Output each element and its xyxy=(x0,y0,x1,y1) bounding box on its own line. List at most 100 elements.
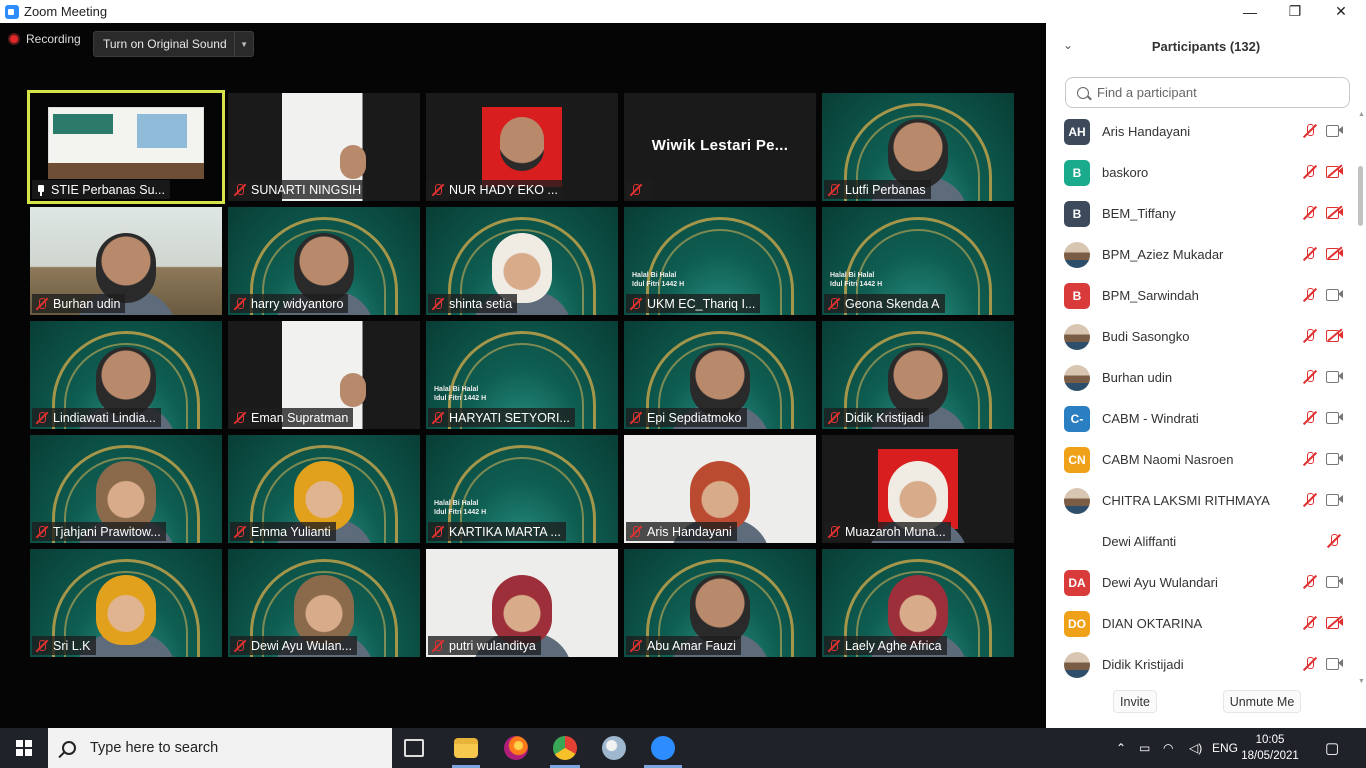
start-button[interactable] xyxy=(0,728,48,768)
task-view-icon[interactable] xyxy=(404,739,424,757)
chevron-down-icon[interactable]: ▼ xyxy=(234,32,253,56)
participant-row[interactable]: BPM_Aziez Mukadar xyxy=(1046,234,1356,275)
video-off-icon[interactable] xyxy=(1326,164,1344,178)
tray-chevron-icon[interactable]: ⌃ xyxy=(1116,728,1126,768)
muted-mic-icon[interactable] xyxy=(1326,533,1342,549)
unmute-me-button[interactable]: Unmute Me xyxy=(1223,690,1301,713)
muted-mic-icon[interactable] xyxy=(1302,205,1318,221)
participant-row[interactable]: CN CABM Naomi Nasroen xyxy=(1046,439,1356,480)
participant-video-tile[interactable]: putri wulanditya xyxy=(426,549,618,657)
participant-video-tile[interactable]: Sri L.K xyxy=(30,549,222,657)
muted-mic-icon[interactable] xyxy=(1302,369,1318,385)
participant-video-tile[interactable]: Halal Bi Halal Idul Fitri 1442 H Geona Sk… xyxy=(822,207,1014,315)
scroll-up-icon[interactable]: ▲ xyxy=(1358,111,1365,118)
muted-mic-icon xyxy=(629,411,643,425)
participant-row[interactable]: B BPM_Sarwindah xyxy=(1046,275,1356,316)
participant-video-tile[interactable]: Eman Supratman xyxy=(228,321,420,429)
zoom-taskbar-icon[interactable] xyxy=(651,736,675,760)
participant-video-tile[interactable]: Burhan udin xyxy=(30,207,222,315)
original-sound-button[interactable]: Turn on Original Sound ▼ xyxy=(93,31,254,57)
muted-mic-icon[interactable] xyxy=(1302,246,1318,262)
participant-row[interactable]: Bbaskoro xyxy=(1046,152,1356,193)
participant-row[interactable]: Budi Sasongko xyxy=(1046,316,1356,357)
maximize-button[interactable]: ❐ xyxy=(1272,0,1318,23)
muted-mic-icon[interactable] xyxy=(1302,492,1318,508)
participant-video-tile[interactable]: Halal Bi Halal Idul Fitri 1442 H UKM EC_T… xyxy=(624,207,816,315)
video-camera-icon[interactable] xyxy=(1326,411,1344,424)
video-off-icon[interactable] xyxy=(1326,328,1344,342)
participant-video-tile[interactable]: Epi Sepdiatmoko xyxy=(624,321,816,429)
participant-video-tile[interactable]: Emma Yulianti xyxy=(228,435,420,543)
participant-row[interactable]: AH Aris Handayani xyxy=(1046,111,1356,152)
muted-mic-icon[interactable] xyxy=(1302,164,1318,180)
participant-video-tile[interactable]: STIE Perbanas Su... xyxy=(27,90,225,204)
muted-mic-icon[interactable] xyxy=(1302,287,1318,303)
participant-row[interactable]: Burhan udin xyxy=(1046,357,1356,398)
participant-name: Geona Skenda A xyxy=(845,296,940,311)
participant-row[interactable]: B BEM_Tiffany xyxy=(1046,193,1356,234)
participant-search[interactable] xyxy=(1065,77,1350,108)
wifi-icon[interactable]: ◠ xyxy=(1163,728,1173,768)
video-camera-icon[interactable] xyxy=(1326,124,1344,137)
muted-mic-icon[interactable] xyxy=(1302,615,1318,631)
muted-mic-icon[interactable] xyxy=(1302,410,1318,426)
participant-list-scrollbar[interactable]: ▲ ▼ xyxy=(1356,111,1365,685)
collapse-chevron-icon[interactable]: ⌄ xyxy=(1060,37,1076,53)
muted-mic-icon[interactable] xyxy=(1302,574,1318,590)
volume-icon[interactable]: ◁) xyxy=(1189,728,1202,768)
paint-icon[interactable] xyxy=(602,736,626,760)
participant-video-tile[interactable]: Wiwik Lestari Pe... xyxy=(624,93,816,201)
participant-search-input[interactable] xyxy=(1097,85,1337,100)
participant-video-tile[interactable]: Lutfi Perbanas xyxy=(822,93,1014,201)
participant-video-tile[interactable]: Laely Aghe Africa xyxy=(822,549,1014,657)
notifications-icon[interactable]: ▢ xyxy=(1325,728,1339,768)
participant-video-tile[interactable]: Didik Kristijadi xyxy=(822,321,1014,429)
muted-mic-icon[interactable] xyxy=(1302,123,1318,139)
video-camera-icon[interactable] xyxy=(1326,452,1344,465)
participant-video-tile[interactable]: Dewi Ayu Wulan... xyxy=(228,549,420,657)
participant-row[interactable]: Didik Kristijadi xyxy=(1046,644,1356,685)
muted-mic-icon[interactable] xyxy=(1302,451,1318,467)
close-button[interactable]: ✕ xyxy=(1318,0,1364,23)
video-off-icon[interactable] xyxy=(1326,615,1344,629)
participant-video-tile[interactable]: Lindiawati Lindia... xyxy=(30,321,222,429)
participant-video-tile[interactable]: Halal Bi Halal Idul Fitri 1442 H KARTIKA … xyxy=(426,435,618,543)
minimize-button[interactable]: — xyxy=(1227,0,1273,23)
participant-video-tile[interactable]: SUNARTI NINGSIH xyxy=(228,93,420,201)
file-explorer-icon[interactable] xyxy=(454,738,478,758)
video-camera-icon[interactable] xyxy=(1326,575,1344,588)
recording-indicator[interactable]: Recording xyxy=(8,32,81,46)
participant-video-tile[interactable]: Halal Bi Halal Idul Fitri 1442 H HARYATI … xyxy=(426,321,618,429)
scroll-down-icon[interactable]: ▼ xyxy=(1358,678,1365,685)
participant-video-tile[interactable]: shinta setia xyxy=(426,207,618,315)
muted-mic-icon[interactable] xyxy=(1302,656,1318,672)
participant-video-tile[interactable]: Muazaroh Muna... xyxy=(822,435,1014,543)
video-camera-icon[interactable] xyxy=(1326,657,1344,670)
scrollbar-thumb[interactable] xyxy=(1358,166,1363,226)
participant-row[interactable]: DA Dewi Ayu Wulandari xyxy=(1046,562,1356,603)
participant-video-tile[interactable]: harry widyantoro xyxy=(228,207,420,315)
chrome-icon[interactable] xyxy=(553,736,577,760)
network-icon[interactable]: ▭ xyxy=(1139,728,1150,768)
participant-name: Didik Kristijadi xyxy=(845,410,924,425)
video-off-icon[interactable] xyxy=(1326,205,1344,219)
taskbar-search[interactable]: Type here to search xyxy=(48,728,392,768)
video-camera-icon[interactable] xyxy=(1326,288,1344,301)
language-indicator[interactable]: ENG xyxy=(1212,728,1238,768)
participant-video-tile[interactable]: Abu Amar Fauzi xyxy=(624,549,816,657)
participant-row[interactable]: C- CABM - Windrati xyxy=(1046,398,1356,439)
invite-button[interactable]: Invite xyxy=(1113,690,1157,713)
participant-video-tile[interactable]: NUR HADY EKO ... xyxy=(426,93,618,201)
participant-name-tag: HARYATI SETYORI... xyxy=(428,408,575,427)
participant-video-tile[interactable]: Tjahjani Prawitow... xyxy=(30,435,222,543)
taskbar-clock[interactable]: 10:05 18/05/2021 xyxy=(1241,732,1299,764)
participant-video-tile[interactable]: Aris Handayani xyxy=(624,435,816,543)
muted-mic-icon[interactable] xyxy=(1302,328,1318,344)
firefox-icon[interactable] xyxy=(504,736,528,760)
video-camera-icon[interactable] xyxy=(1326,370,1344,383)
participant-row[interactable]: CHITRA LAKSMI RITHMAYA xyxy=(1046,480,1356,521)
video-camera-icon[interactable] xyxy=(1326,493,1344,506)
participant-row[interactable]: Dewi Aliffanti xyxy=(1046,521,1356,562)
video-off-icon[interactable] xyxy=(1326,246,1344,260)
participant-row[interactable]: DO DIAN OKTARINA xyxy=(1046,603,1356,644)
